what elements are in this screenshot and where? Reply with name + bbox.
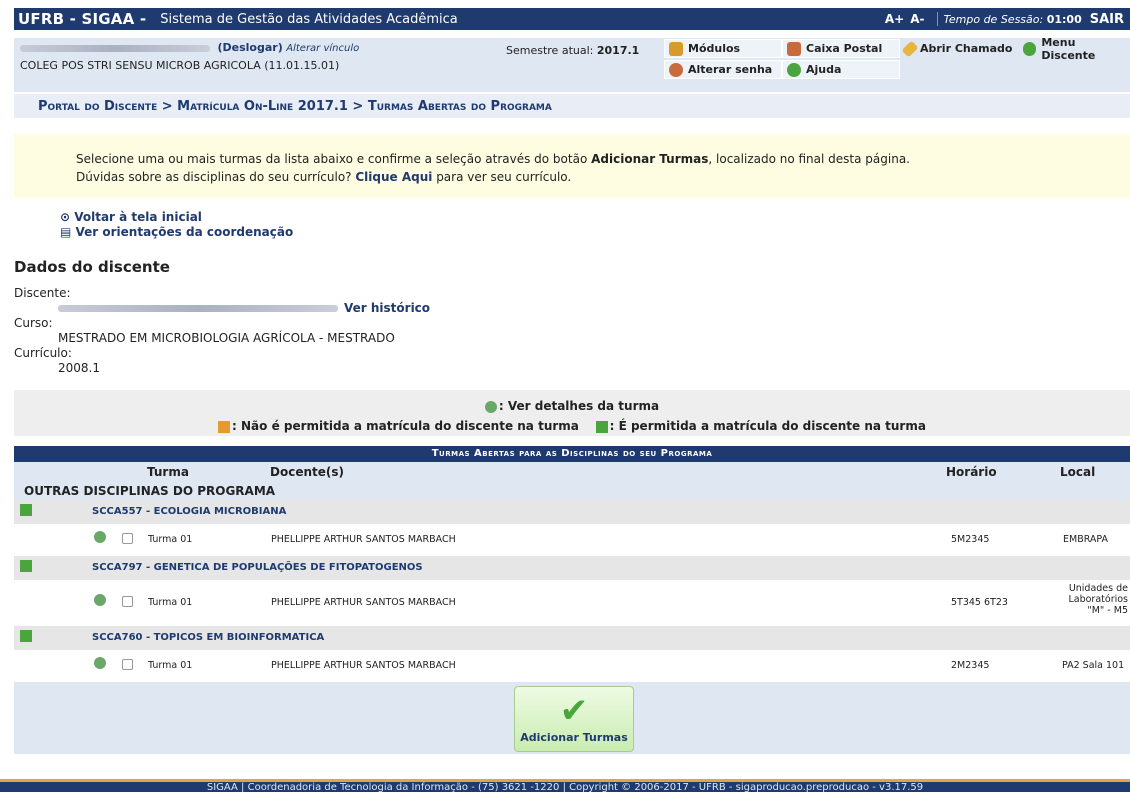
system-name: Sistema de Gestão das Atividades Acadêmi… bbox=[160, 11, 458, 27]
ticket-icon bbox=[901, 40, 919, 57]
semestre-atual: Semestre atual: 2017.1 bbox=[506, 44, 640, 57]
docente: PHELLIPPE ARTHUR SANTOS MARBACH bbox=[271, 597, 456, 608]
magnifier-icon bbox=[484, 400, 497, 413]
magnifier-icon[interactable] bbox=[94, 531, 106, 543]
table-caption: Turmas Abertas para as Disciplinas do se… bbox=[14, 446, 1130, 462]
font-increase-button[interactable]: A+ bbox=[885, 12, 904, 26]
back-circle-icon: ⊙ bbox=[60, 210, 75, 224]
matricula-allowed-icon bbox=[20, 630, 32, 642]
user-info-bar: (Deslogar) Alterar vínculo COLEG POS STR… bbox=[14, 36, 1130, 92]
actions-links: ⊙ Voltar à tela inicial ▤ Ver orientaçõe… bbox=[60, 210, 293, 240]
turma-checkbox[interactable] bbox=[122, 533, 133, 544]
alterar-senha-button[interactable]: Alterar senha bbox=[664, 60, 782, 79]
key-user-icon bbox=[669, 62, 683, 77]
checkmark-icon: ✔ bbox=[559, 691, 589, 731]
discente-label: Discente: bbox=[14, 286, 71, 300]
turma-checkbox[interactable] bbox=[122, 659, 133, 670]
turma-checkbox[interactable] bbox=[122, 596, 133, 607]
voltar-link[interactable]: ⊙ Voltar à tela inicial bbox=[60, 210, 293, 225]
turma-name: Turma 01 bbox=[148, 597, 193, 608]
matricula-blocked-icon bbox=[218, 420, 231, 433]
adicionar-turmas-button[interactable]: ✔ Adicionar Turmas bbox=[514, 686, 634, 752]
magnifier-icon[interactable] bbox=[94, 594, 106, 606]
top-bar-right: A+ A- Tempo de Sessão: 01:00 SAIR bbox=[885, 12, 1130, 27]
top-bar: UFRB - SIGAA - Sistema de Gestão das Ati… bbox=[14, 8, 1130, 30]
local: Unidades de Laboratórios "M" - M5 bbox=[1068, 583, 1128, 616]
help-icon bbox=[787, 62, 801, 77]
turmas-table: Turmas Abertas para as Disciplinas do se… bbox=[14, 446, 1130, 754]
modules-icon bbox=[669, 41, 683, 56]
disciplina-row: SCCA797 - GENETICA DE POPULAÇÕES DE FITO… bbox=[14, 556, 1130, 580]
matricula-allowed-icon bbox=[20, 504, 32, 516]
local: EMBRAPA bbox=[1063, 534, 1109, 545]
orientacoes-link[interactable]: ▤ Ver orientações da coordenação bbox=[60, 225, 293, 240]
col-local: Local bbox=[1060, 465, 1096, 479]
table-header: Turma Docente(s) Horário Local bbox=[14, 462, 1130, 482]
ver-historico-link[interactable]: Ver histórico bbox=[344, 301, 430, 315]
user-name: (Deslogar) Alterar vínculo bbox=[20, 41, 359, 54]
deslogar-link[interactable]: (Deslogar) bbox=[218, 41, 283, 54]
divider bbox=[936, 12, 938, 26]
legend: : Ver detalhes da turma : Não é permitid… bbox=[14, 390, 1130, 436]
disciplina-link[interactable]: SCCA557 - ECOLOGIA MICROBIANA bbox=[92, 506, 286, 517]
document-icon: ▤ bbox=[60, 225, 76, 239]
ver-curriculo-link[interactable]: Clique Aqui bbox=[355, 170, 432, 184]
caixa-postal-button[interactable]: Caixa Postal bbox=[782, 39, 900, 58]
curso-label: Curso: bbox=[14, 316, 53, 330]
legend-detalhes: : Ver detalhes da turma bbox=[14, 396, 1130, 416]
modulos-button[interactable]: Módulos bbox=[664, 39, 782, 58]
col-docente: Docente(s) bbox=[270, 465, 344, 479]
abrir-chamado-button[interactable]: Abrir Chamado bbox=[900, 39, 1018, 58]
redacted-user-name bbox=[20, 44, 210, 52]
horario: 2M2345 bbox=[951, 660, 990, 671]
turma-name: Turma 01 bbox=[148, 660, 193, 671]
matricula-allowed-icon bbox=[20, 560, 32, 572]
instructions-box: Selecione uma ou mais turmas da lista ab… bbox=[14, 134, 1130, 198]
app-brand: UFRB - SIGAA - bbox=[18, 10, 147, 28]
turma-row: Turma 01 PHELLIPPE ARTHUR SANTOS MARBACH… bbox=[14, 580, 1130, 626]
turma-row: Turma 01 PHELLIPPE ARTHUR SANTOS MARBACH… bbox=[14, 650, 1130, 682]
disciplina-row: SCCA557 - ECOLOGIA MICROBIANA bbox=[14, 500, 1130, 524]
user-unit: COLEG POS STRI SENSU MICROB AGRICOLA (11… bbox=[20, 59, 340, 72]
adicionar-turmas-label: Adicionar Turmas bbox=[520, 731, 628, 744]
magnifier-icon[interactable] bbox=[94, 657, 106, 669]
local: PA2 Sala 101 bbox=[1062, 660, 1125, 671]
session-timer: Tempo de Sessão: 01:00 bbox=[943, 12, 1082, 26]
instructions-line-1: Selecione uma ou mais turmas da lista ab… bbox=[76, 152, 910, 166]
docente: PHELLIPPE ARTHUR SANTOS MARBACH bbox=[271, 534, 456, 545]
alterar-vinculo-link[interactable]: Alterar vínculo bbox=[286, 43, 359, 54]
curriculo-label: Currículo: bbox=[14, 346, 72, 360]
dados-discente: Discente: Ver histórico Curso: MESTRADO … bbox=[14, 286, 430, 376]
legend-matricula: : Não é permitida a matrícula do discent… bbox=[14, 416, 1130, 436]
curriculo-value: 2008.1 bbox=[58, 361, 100, 375]
curso-value: MESTRADO EM MICROBIOLOGIA AGRÍCOLA - MES… bbox=[58, 331, 395, 345]
submit-area: ✔ Adicionar Turmas bbox=[14, 682, 1130, 754]
font-decrease-button[interactable]: A- bbox=[910, 12, 924, 26]
group-title: OUTRAS DISCIPLINAS DO PROGRAMA bbox=[14, 482, 1130, 500]
horario: 5T345 6T23 bbox=[951, 597, 1008, 608]
dados-title: Dados do discente bbox=[14, 258, 170, 276]
instructions-line-2: Dúvidas sobre as disciplinas do seu curr… bbox=[76, 170, 572, 184]
horario: 5M2345 bbox=[951, 534, 990, 545]
matricula-allowed-icon bbox=[595, 420, 608, 433]
breadcrumb: Portal do Discente > Matrícula On-Line 2… bbox=[14, 94, 1130, 118]
col-horario: Horário bbox=[946, 465, 997, 479]
mailbox-icon bbox=[787, 41, 801, 56]
col-turma: Turma bbox=[147, 465, 189, 479]
disciplina-link[interactable]: SCCA797 - GENETICA DE POPULAÇÕES DE FITO… bbox=[92, 562, 423, 573]
disciplina-link[interactable]: SCCA760 - TOPICOS EM BIOINFORMATICA bbox=[92, 632, 324, 643]
turma-row: Turma 01 PHELLIPPE ARTHUR SANTOS MARBACH… bbox=[14, 524, 1130, 556]
ajuda-button[interactable]: Ajuda bbox=[782, 60, 900, 79]
logout-button[interactable]: SAIR bbox=[1090, 12, 1124, 27]
disciplina-row: SCCA760 - TOPICOS EM BIOINFORMATICA bbox=[14, 626, 1130, 650]
menu-discente-icon bbox=[1023, 41, 1037, 56]
menu-discente-button[interactable]: Menu Discente bbox=[1018, 36, 1130, 62]
redacted-discente-name bbox=[58, 305, 338, 312]
footer: SIGAA | Coordenadoria de Tecnologia da I… bbox=[0, 779, 1130, 792]
turma-name: Turma 01 bbox=[148, 534, 193, 545]
docente: PHELLIPPE ARTHUR SANTOS MARBACH bbox=[271, 660, 456, 671]
